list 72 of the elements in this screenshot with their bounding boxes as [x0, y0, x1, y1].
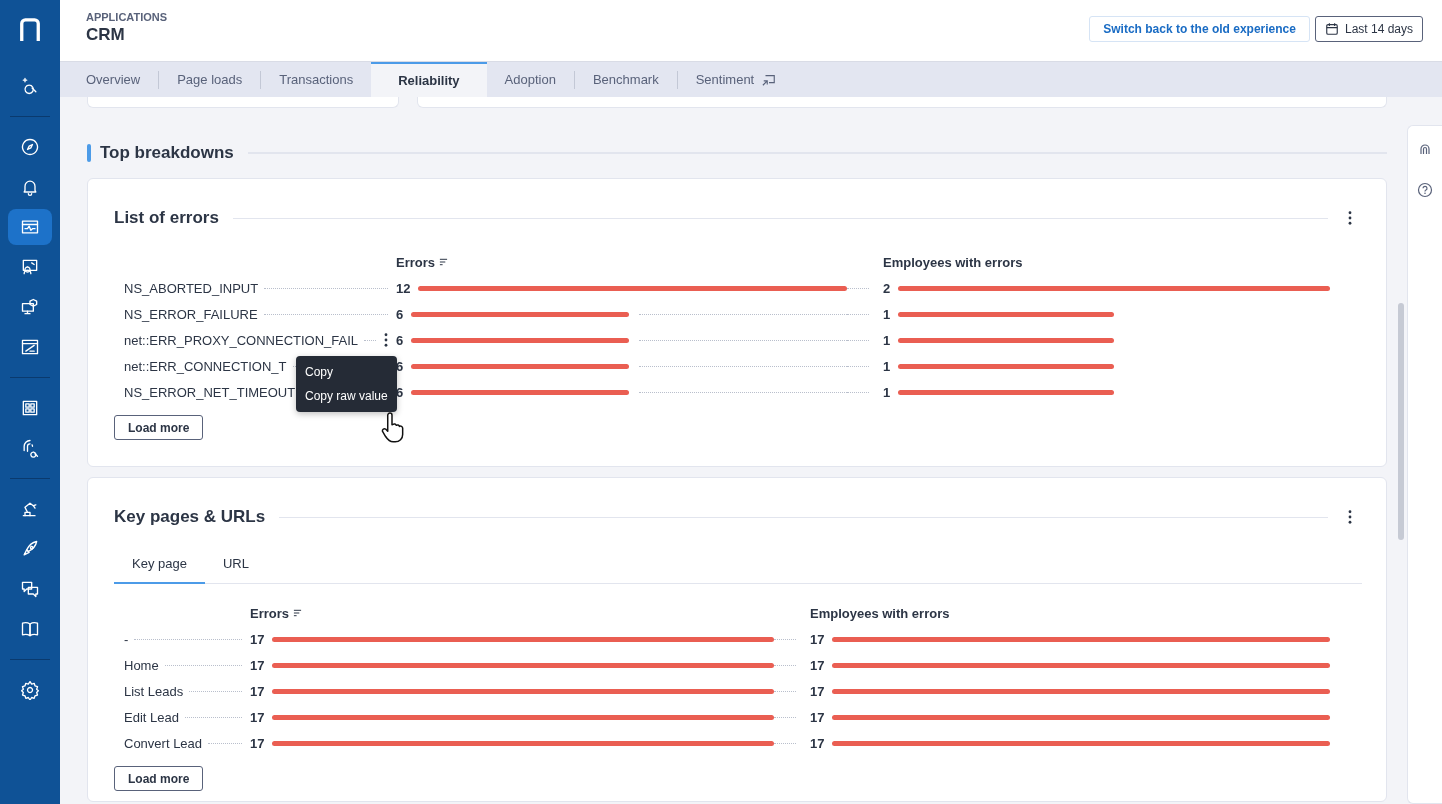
- more-options-icon[interactable]: [1348, 211, 1352, 225]
- error-name: net::ERR_CONNECTION_T: [124, 358, 287, 374]
- employee-count: 17: [810, 631, 825, 647]
- employee-count: 1: [883, 384, 891, 400]
- error-count: 6: [396, 358, 404, 374]
- breadcrumb-label: APPLICATIONS: [86, 11, 168, 23]
- switch-experience-button[interactable]: Switch back to the old experience: [1089, 16, 1310, 42]
- page-name: Home: [124, 657, 159, 673]
- page-title: CRM: [86, 25, 126, 45]
- date-range-button[interactable]: Last 14 days: [1314, 16, 1423, 42]
- page-name: Edit Lead: [124, 709, 179, 725]
- grid-icon: [20, 398, 40, 418]
- column-header[interactable]: Errors: [396, 254, 436, 270]
- card-title: List of errors: [114, 208, 219, 228]
- compass-icon: [20, 137, 40, 157]
- error-name: NS_ABORTED_INPUT: [124, 280, 259, 296]
- page-tab[interactable]: Adoption: [486, 62, 574, 97]
- page-name: List Leads: [124, 683, 184, 699]
- employee-count: 17: [810, 735, 825, 751]
- error-count: 6: [396, 306, 404, 322]
- column-header[interactable]: Errors: [250, 605, 290, 621]
- load-more-button[interactable]: Load more: [114, 415, 204, 440]
- page-name: -: [124, 631, 129, 647]
- employee-count: 1: [883, 306, 891, 322]
- sort-icon[interactable]: [293, 609, 303, 617]
- book-icon: [20, 619, 40, 639]
- error-name: NS_ERROR_FAILURE: [124, 306, 258, 322]
- error-count: 12: [396, 280, 411, 296]
- load-more-button[interactable]: Load more: [114, 766, 204, 791]
- menu-item[interactable]: Copy: [296, 359, 397, 384]
- error-count: 17: [250, 683, 265, 699]
- view-tab[interactable]: Key page: [114, 544, 205, 584]
- nav-item[interactable]: [8, 209, 52, 245]
- page-tab[interactable]: Transactions: [261, 62, 372, 97]
- card-title: Key pages & URLs: [114, 507, 266, 527]
- column-header[interactable]: Employees with errors: [810, 605, 950, 621]
- employee-count: 17: [810, 683, 825, 699]
- page-tab[interactable]: Reliability: [371, 62, 487, 97]
- page-tab[interactable]: Page loads: [159, 62, 261, 97]
- chat-icon: [20, 579, 40, 599]
- error-name: net::ERR_PROXY_CONNECTION_FAIL: [124, 332, 359, 348]
- help-icon[interactable]: [1417, 182, 1433, 198]
- window-edit-icon: [20, 337, 40, 357]
- page-tab[interactable]: Benchmark: [574, 62, 677, 97]
- page-tab[interactable]: Sentiment: [677, 62, 795, 97]
- external-window-icon: [762, 72, 777, 87]
- error-name: NS_ERROR_NET_TIMEOUT: [124, 384, 296, 400]
- logo[interactable]: [19, 17, 41, 43]
- error-count: 17: [250, 709, 265, 725]
- settings-icon: [20, 680, 40, 700]
- employee-count: 1: [883, 358, 891, 374]
- row-options-icon[interactable]: [384, 333, 388, 347]
- page-tab[interactable]: Overview: [68, 62, 159, 97]
- sort-icon[interactable]: [439, 258, 449, 266]
- user-screen-icon: [20, 257, 40, 277]
- error-count: 17: [250, 657, 265, 673]
- error-count: 17: [250, 735, 265, 751]
- column-header[interactable]: Employees with errors: [883, 254, 1023, 270]
- monitor-cube-icon: [20, 297, 40, 317]
- employee-count: 1: [883, 332, 891, 348]
- employee-count: 17: [810, 657, 825, 673]
- page-name: Convert Lead: [124, 735, 203, 751]
- section-title: Top breakdowns: [100, 143, 234, 163]
- view-tab[interactable]: URL: [204, 544, 267, 584]
- error-count: 6: [396, 332, 404, 348]
- employee-count: 17: [810, 709, 825, 725]
- menu-item[interactable]: Copy raw value: [296, 383, 397, 408]
- employee-count: 2: [883, 280, 891, 296]
- error-count: 6: [396, 384, 404, 400]
- error-count: 17: [250, 631, 265, 647]
- more-options-icon[interactable]: [1348, 510, 1352, 524]
- calendar-icon: [1324, 22, 1339, 36]
